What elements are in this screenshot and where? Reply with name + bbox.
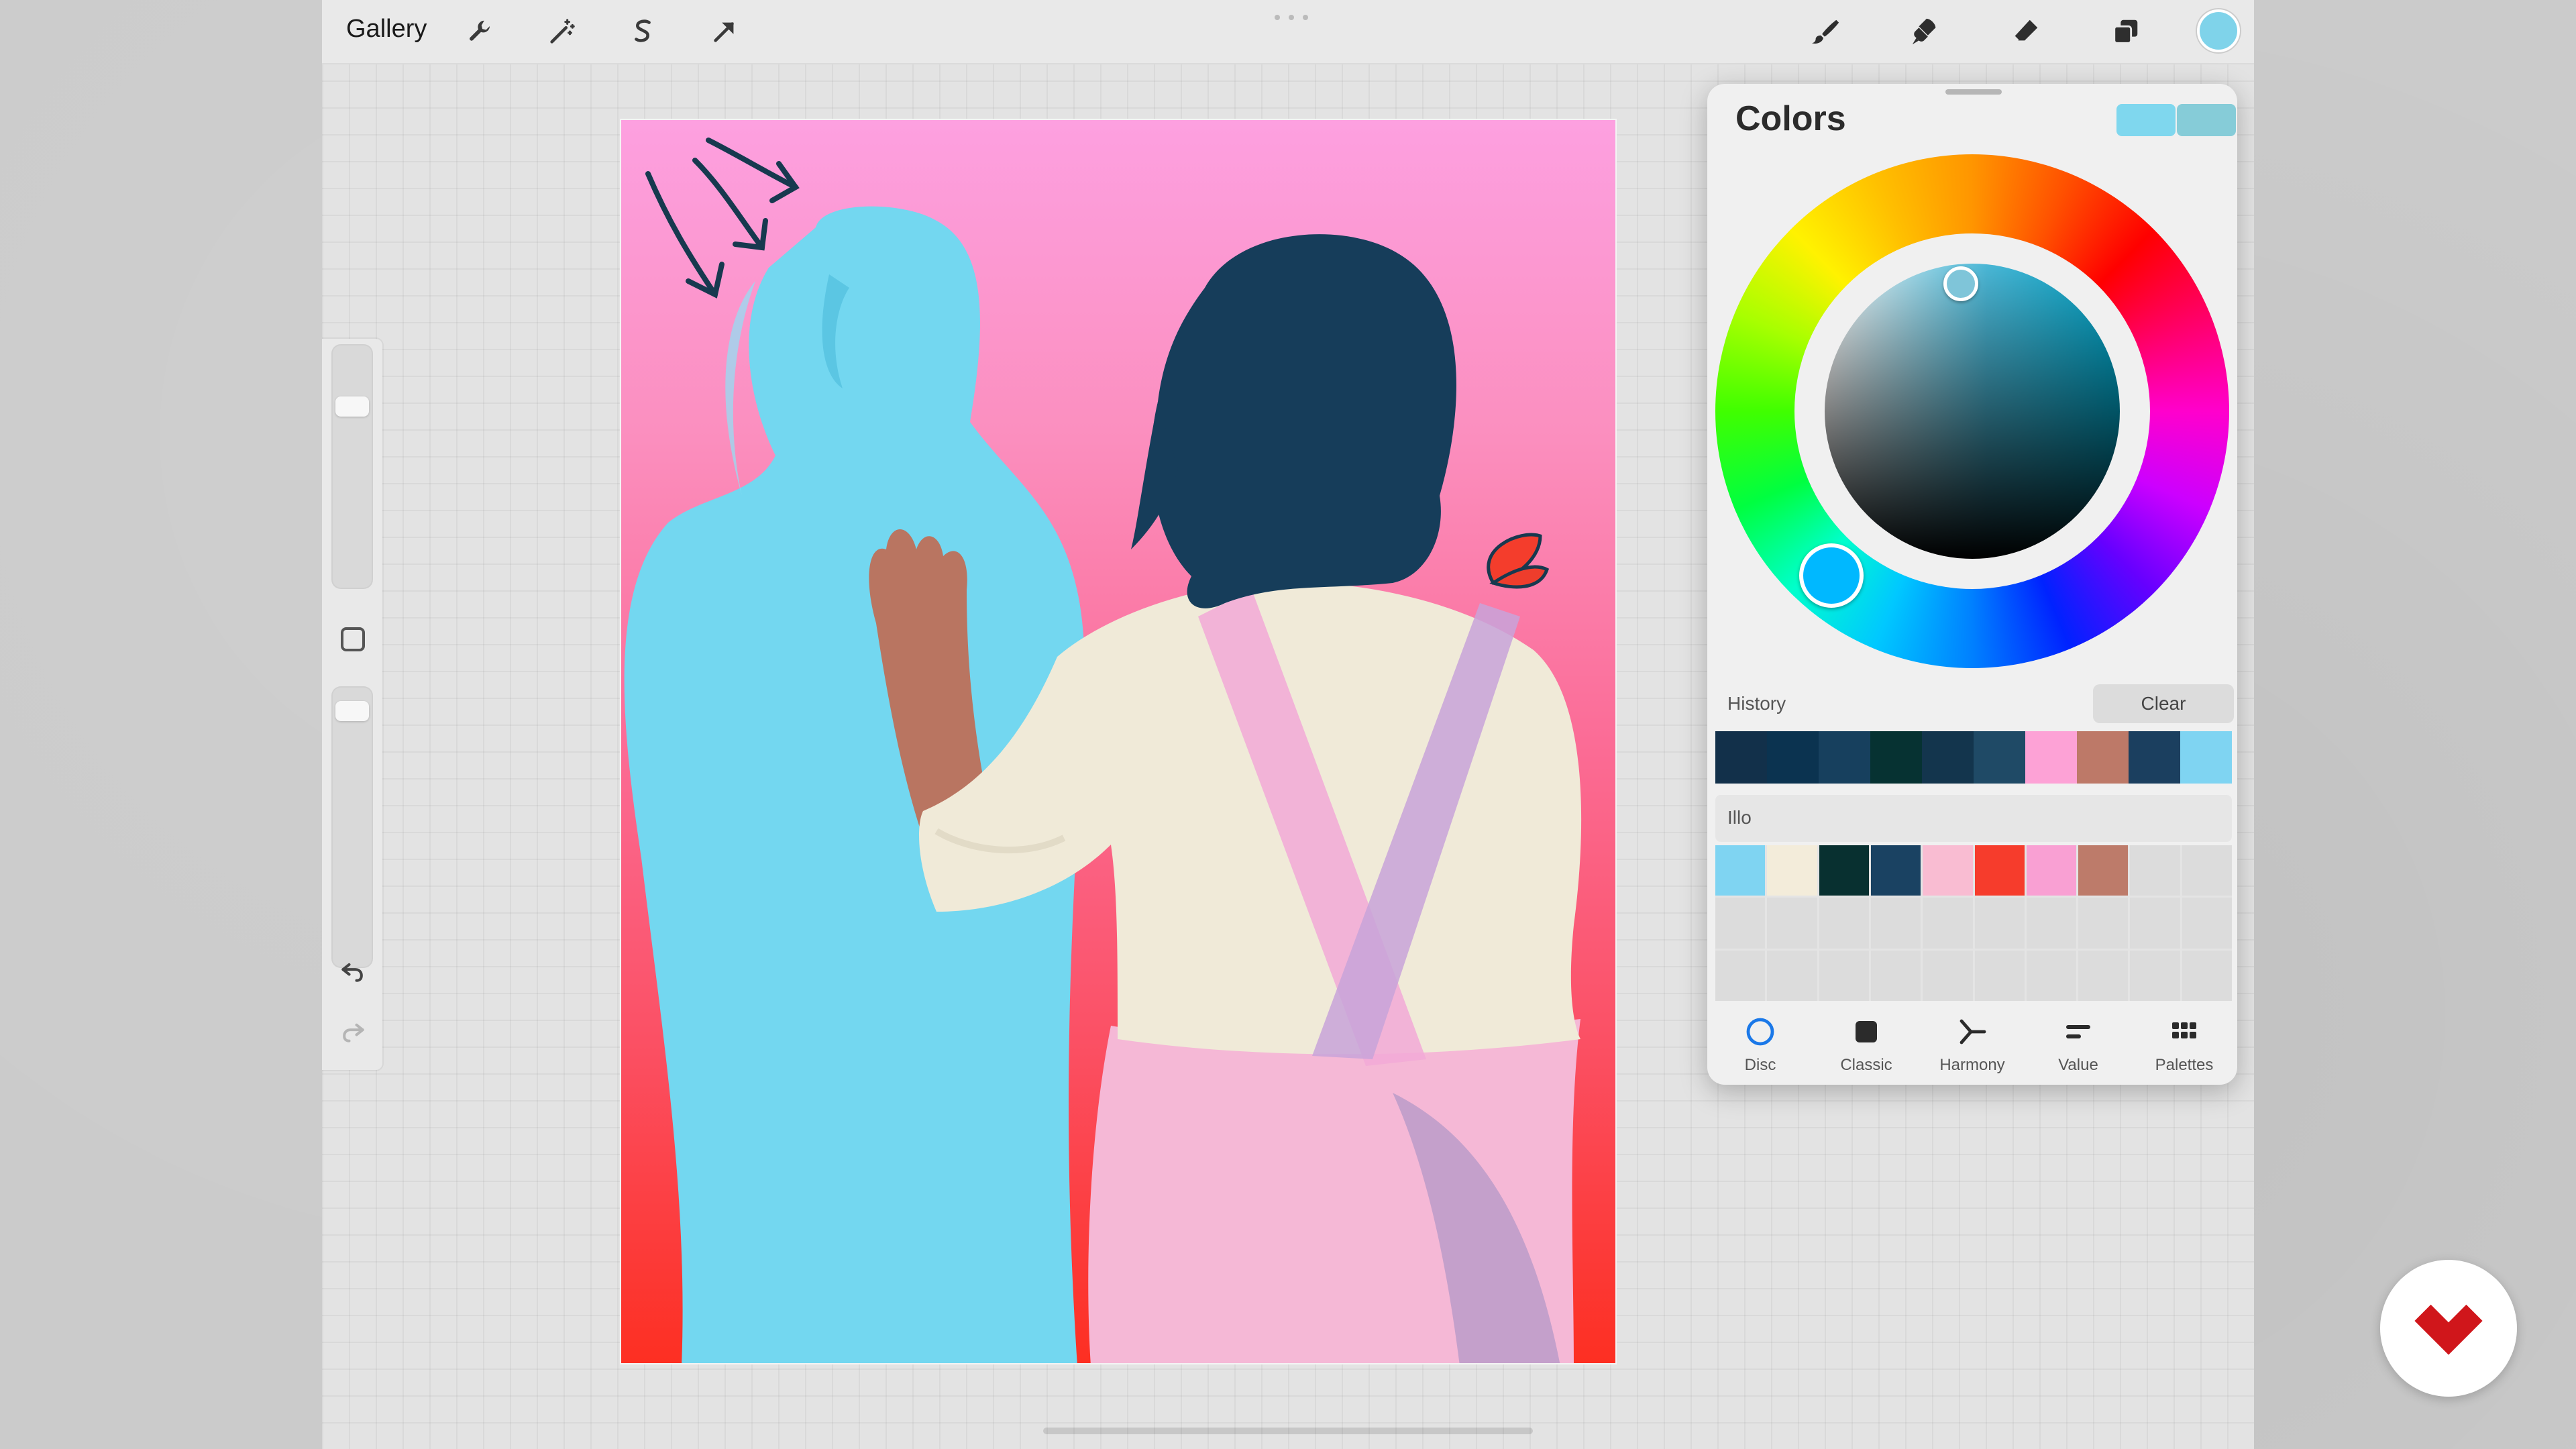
color-mode-tabs: Disc Classic Harmony Value Palettes bbox=[1707, 1006, 2237, 1085]
history-label: History bbox=[1727, 693, 1786, 714]
color-picker-button[interactable] bbox=[2197, 9, 2240, 52]
saturation-brightness-disc[interactable] bbox=[1825, 264, 2120, 559]
tab-disc[interactable]: Disc bbox=[1710, 1006, 1811, 1085]
history-swatch[interactable] bbox=[1870, 731, 1922, 784]
secondary-color-swatch[interactable] bbox=[2177, 104, 2236, 136]
tab-label: Classic bbox=[1840, 1056, 1892, 1074]
magic-wand-icon[interactable] bbox=[539, 8, 586, 55]
opacity-thumb[interactable] bbox=[335, 701, 369, 721]
primary-color-swatch[interactable] bbox=[2116, 104, 2176, 136]
palette-swatch[interactable] bbox=[1715, 845, 1766, 896]
artwork bbox=[624, 138, 1582, 1363]
palette-empty-slot[interactable] bbox=[1715, 950, 1766, 1001]
palette-empty-slot[interactable] bbox=[1923, 898, 1973, 949]
tab-classic[interactable]: Classic bbox=[1816, 1006, 1917, 1085]
palette-empty-slot[interactable] bbox=[1767, 898, 1817, 949]
hue-handle[interactable] bbox=[1799, 543, 1864, 608]
palette-empty-slot[interactable] bbox=[1870, 898, 1921, 949]
palette-empty-slot[interactable] bbox=[1870, 950, 1921, 1001]
transform-arrow-icon[interactable] bbox=[701, 8, 748, 55]
color-disc[interactable] bbox=[1715, 154, 2229, 668]
tab-harmony[interactable]: Harmony bbox=[1922, 1006, 2023, 1085]
palette-swatch[interactable] bbox=[1923, 845, 1973, 896]
history-swatch[interactable] bbox=[2129, 731, 2180, 784]
colors-panel: Colors History Clear Illo Disc Classic H… bbox=[1707, 84, 2237, 1085]
tab-label: Disc bbox=[1744, 1056, 1776, 1074]
palette-empty-slot[interactable] bbox=[1767, 950, 1817, 1001]
palette-empty-slot[interactable] bbox=[2026, 950, 2077, 1001]
palette-swatch[interactable] bbox=[1767, 845, 1817, 896]
palette-empty-slot[interactable] bbox=[1923, 950, 1973, 1001]
left-sidebar bbox=[322, 339, 382, 1070]
history-swatch[interactable] bbox=[2180, 731, 2232, 784]
top-grabber[interactable] bbox=[1275, 15, 1308, 21]
palette-empty-slot[interactable] bbox=[2026, 898, 2077, 949]
palette-empty-slot[interactable] bbox=[2130, 845, 2180, 896]
gallery-button[interactable]: Gallery bbox=[346, 15, 427, 44]
history-swatch[interactable] bbox=[1819, 731, 1870, 784]
palette-empty-slot[interactable] bbox=[1974, 898, 2025, 949]
palettes-icon bbox=[2167, 1014, 2202, 1049]
procreate-screen: Gallery Colors History Clear Illo Disc C… bbox=[322, 0, 2254, 1449]
palette-empty-slot[interactable] bbox=[2078, 950, 2129, 1001]
tab-value[interactable]: Value bbox=[2028, 1006, 2129, 1085]
palette-empty-slot[interactable] bbox=[2130, 898, 2180, 949]
saturation-handle[interactable] bbox=[1943, 266, 1978, 301]
palette-empty-slot[interactable] bbox=[2182, 845, 2232, 896]
palette-grid bbox=[1715, 845, 2232, 1001]
history-swatch[interactable] bbox=[1715, 731, 1767, 784]
palette-empty-slot[interactable] bbox=[1819, 950, 1869, 1001]
brush-size-thumb[interactable] bbox=[335, 396, 369, 417]
drawing-canvas[interactable] bbox=[620, 119, 1617, 1364]
palette-empty-slot[interactable] bbox=[2078, 898, 2129, 949]
value-icon bbox=[2061, 1014, 2096, 1049]
panel-grabber[interactable] bbox=[1945, 89, 2002, 95]
palette-swatch[interactable] bbox=[1870, 845, 1921, 896]
home-indicator[interactable] bbox=[1043, 1428, 1533, 1434]
tab-palettes[interactable]: Palettes bbox=[2134, 1006, 2235, 1085]
tab-label: Palettes bbox=[2155, 1056, 2214, 1074]
history-swatch[interactable] bbox=[2025, 731, 2077, 784]
palette-swatch[interactable] bbox=[2026, 845, 2077, 896]
tab-label: Value bbox=[2058, 1056, 2098, 1074]
history-swatch[interactable] bbox=[1922, 731, 1974, 784]
palette-swatch[interactable] bbox=[2078, 845, 2129, 896]
palette-swatch[interactable] bbox=[1819, 845, 1869, 896]
opacity-slider[interactable] bbox=[331, 686, 373, 968]
undo-icon[interactable] bbox=[338, 956, 368, 985]
history-swatch[interactable] bbox=[1974, 731, 2025, 784]
top-toolbar: Gallery bbox=[322, 0, 2254, 64]
harmony-icon bbox=[1955, 1014, 1990, 1049]
palette-empty-slot[interactable] bbox=[1715, 898, 1766, 949]
modify-button[interactable] bbox=[341, 627, 365, 651]
brand-badge[interactable] bbox=[2380, 1260, 2517, 1397]
eraser-icon[interactable] bbox=[2002, 8, 2049, 55]
butterfly bbox=[1487, 533, 1550, 589]
palette-empty-slot[interactable] bbox=[2130, 950, 2180, 1001]
clear-history-button[interactable]: Clear bbox=[2093, 684, 2234, 723]
palette-empty-slot[interactable] bbox=[1974, 950, 2025, 1001]
palette-swatch[interactable] bbox=[1974, 845, 2025, 896]
redo-icon[interactable] bbox=[338, 1016, 368, 1046]
palette-empty-slot[interactable] bbox=[2182, 950, 2232, 1001]
palette-empty-slot[interactable] bbox=[1819, 898, 1869, 949]
palette-name: Illo bbox=[1727, 807, 1752, 828]
palette-empty-slot[interactable] bbox=[2182, 898, 2232, 949]
selection-s-icon[interactable] bbox=[619, 8, 666, 55]
brush-size-slider[interactable] bbox=[331, 344, 373, 589]
tab-label: Harmony bbox=[1939, 1056, 2005, 1074]
colors-title: Colors bbox=[1735, 99, 1846, 138]
brush-icon[interactable] bbox=[1801, 8, 1848, 55]
domestika-logo-icon bbox=[2414, 1304, 2483, 1355]
history-swatch[interactable] bbox=[2077, 731, 2129, 784]
wrench-icon[interactable] bbox=[458, 8, 504, 55]
smudge-icon[interactable] bbox=[1902, 8, 1949, 55]
history-swatches bbox=[1715, 731, 2232, 784]
classic-icon bbox=[1849, 1014, 1884, 1049]
disc-icon bbox=[1743, 1014, 1778, 1049]
layers-icon[interactable] bbox=[2102, 8, 2149, 55]
history-swatch[interactable] bbox=[1767, 731, 1819, 784]
